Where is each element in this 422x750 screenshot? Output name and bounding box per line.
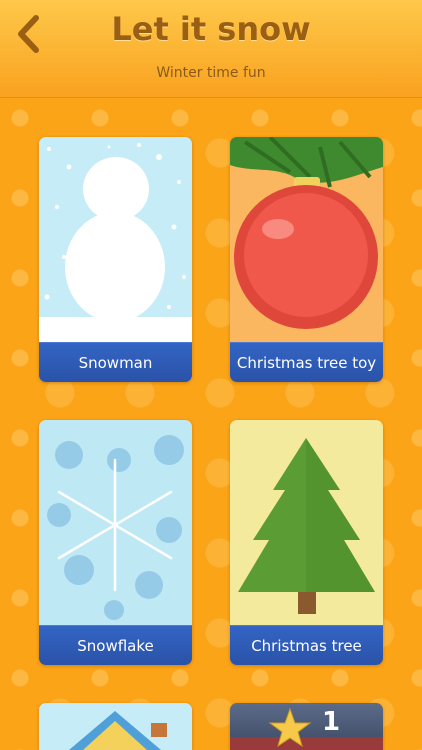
star-icon [230,707,383,750]
card-snowflake[interactable]: Snowflake [39,420,192,665]
card-label: Christmas tree toy [230,342,383,382]
house-image [39,703,192,750]
card-christmas-tree-toy[interactable]: Christmas tree toy [230,137,383,382]
page-subtitle: Winter time fun [156,65,266,81]
snowman-image [39,137,192,342]
card-house[interactable] [39,703,192,750]
page-title: Let it snow [111,10,311,48]
card-label: Snowflake [39,625,192,665]
card-christmas-tree[interactable]: Christmas tree [230,420,383,665]
star-badge [230,703,383,750]
header-bar: Let it snow Winter time fun [0,0,422,98]
christmas-tree-image [230,420,383,625]
snowflake-image [39,420,192,625]
card-label: Snowman [39,342,192,382]
ornament-image [230,137,383,342]
card-snowman[interactable]: Snowman [39,137,192,382]
card-label: Christmas tree [230,625,383,665]
card-locked-star[interactable]: 1 [230,703,383,750]
star-count: 1 [322,707,341,737]
